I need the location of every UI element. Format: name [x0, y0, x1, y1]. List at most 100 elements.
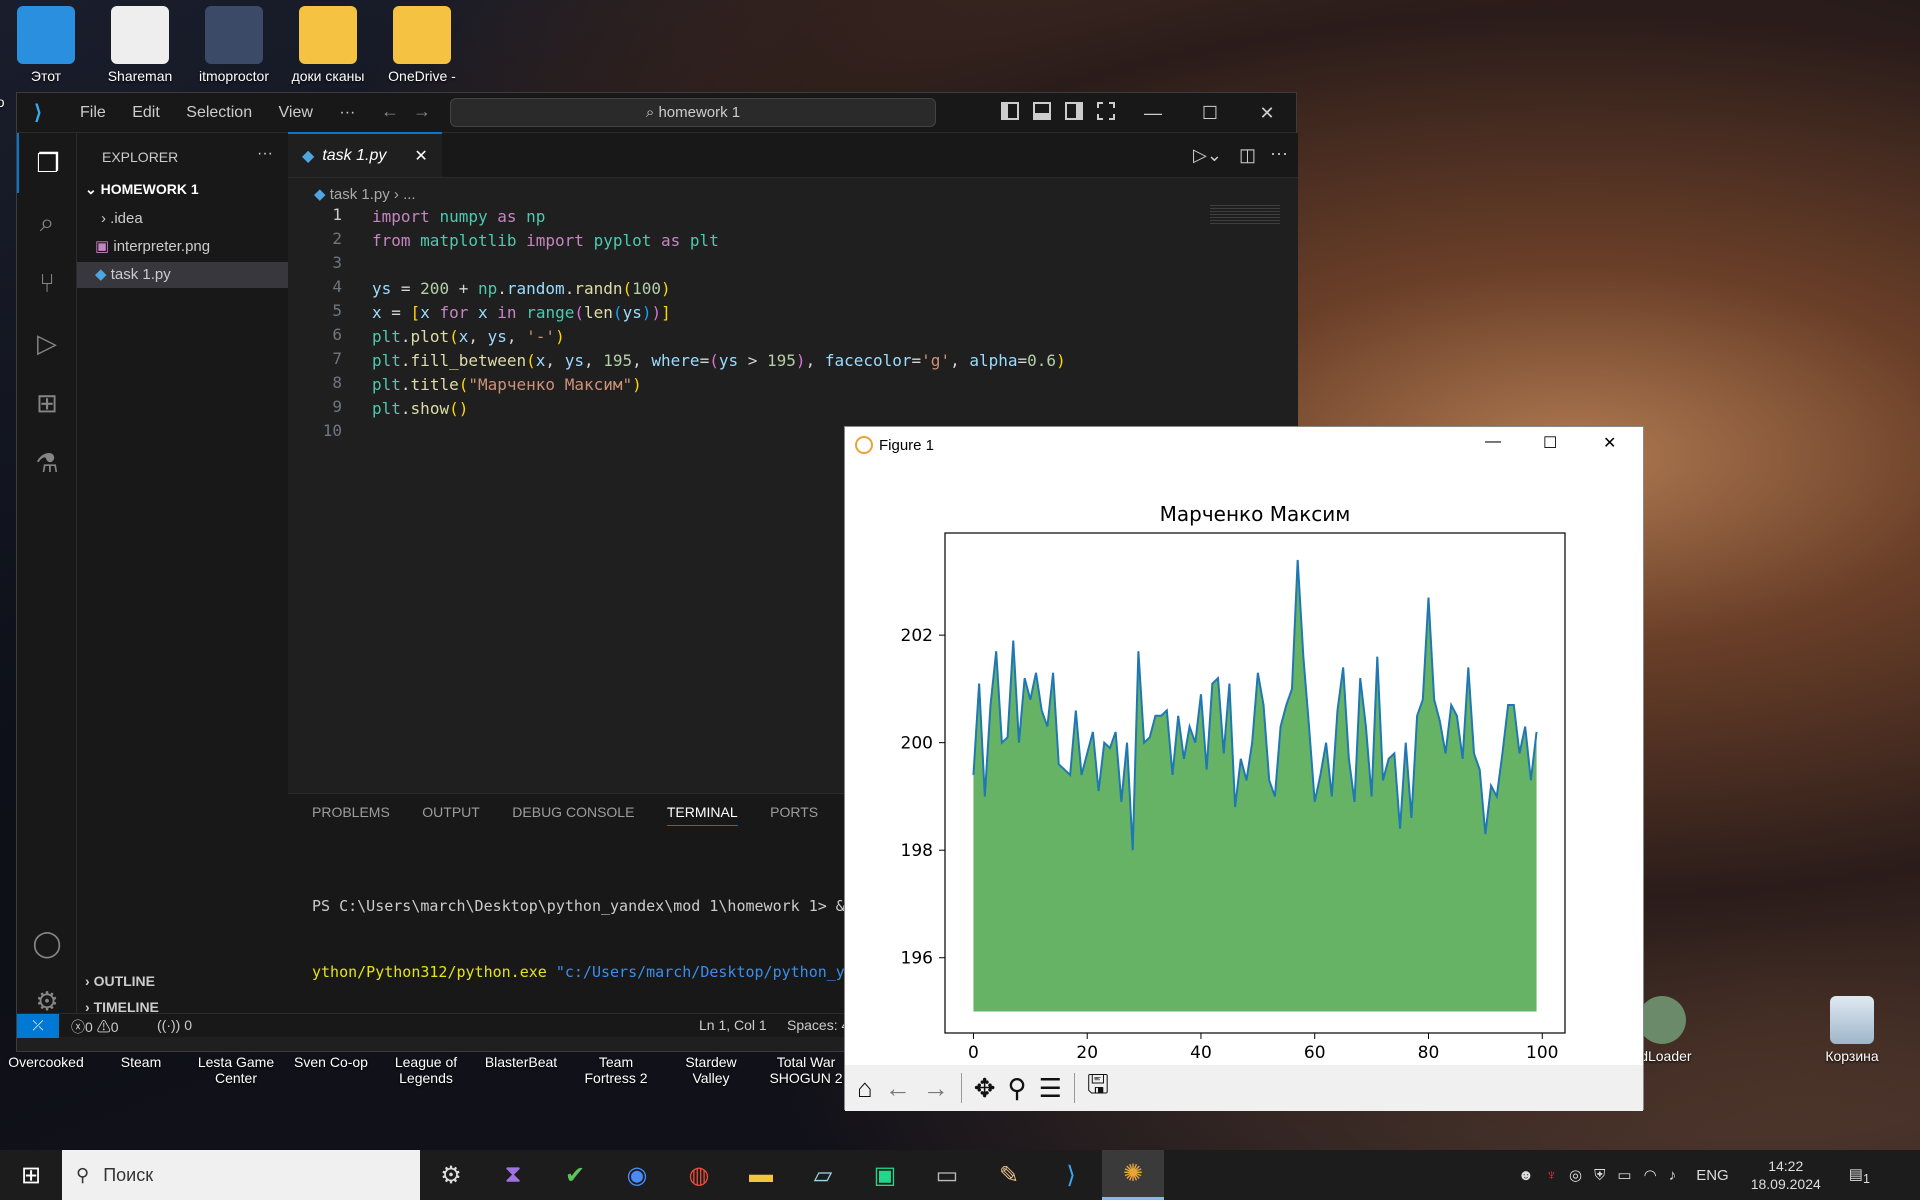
wifi-icon[interactable]: ◠	[1644, 1166, 1657, 1184]
line-number: 4	[332, 277, 342, 296]
workspace-folder[interactable]: ⌄ HOMEWORK 1	[85, 181, 199, 198]
pan-icon[interactable]: ✥	[974, 1073, 996, 1104]
toggle-panel-icon[interactable]	[1033, 102, 1051, 120]
desktop-icon-recycle-bin[interactable]: Корзина	[1808, 996, 1896, 1064]
forward-icon[interactable]: →	[923, 1073, 949, 1104]
figure-minimize-button[interactable]: —	[1485, 433, 1501, 451]
terminal-icon[interactable]: ▭	[916, 1150, 978, 1200]
zoom-icon[interactable]: ⚲	[1008, 1073, 1027, 1104]
figure-close-button[interactable]: ✕	[1603, 433, 1616, 453]
desktop-icon[interactable]: League of Legends	[382, 1054, 470, 1086]
tab-problems[interactable]: PROBLEMS	[312, 794, 390, 825]
breadcrumb-more[interactable]: ...	[403, 186, 416, 203]
discord-icon[interactable]: ☻	[1518, 1167, 1534, 1184]
explorer-icon[interactable]: ❐	[17, 133, 77, 193]
remote-button[interactable]: ⤫	[17, 1014, 59, 1038]
desktop-icon[interactable]: Total War SHOGUN 2	[762, 1054, 850, 1086]
figure-maximize-button[interactable]: ☐	[1543, 433, 1557, 453]
desktop-icon[interactable]: доки сканы	[284, 6, 372, 84]
desktop-icon[interactable]: Overcooked	[2, 1054, 90, 1070]
back-icon[interactable]: ←	[885, 1073, 911, 1104]
close-tab-icon[interactable]: ✕	[414, 146, 427, 166]
cursor-position[interactable]: Ln 1, Col 1	[699, 1017, 767, 1033]
ports-status[interactable]: ((·)) 0	[157, 1017, 192, 1033]
configure-icon[interactable]: ☰	[1039, 1073, 1062, 1104]
tab-task1[interactable]: ◆ task 1.py ✕	[288, 132, 442, 177]
desktop-icon[interactable]: Stardew Valley	[667, 1054, 755, 1086]
desktop-icon[interactable]: Этот	[2, 6, 90, 84]
menu-edit[interactable]: Edit	[132, 104, 160, 121]
command-center-search[interactable]: ⌕ homework 1	[450, 98, 936, 127]
home-icon[interactable]: ⌂	[857, 1073, 873, 1104]
desktop-icon[interactable]: Team Fortress 2	[572, 1054, 660, 1086]
volume-icon[interactable]: ♪	[1669, 1167, 1677, 1184]
notes-app-icon[interactable]: ▱	[792, 1150, 854, 1200]
explorer-more-icon[interactable]: ···	[257, 145, 273, 163]
search-view-icon[interactable]: ⌕	[17, 193, 77, 253]
security-icon[interactable]: ⛨	[1594, 1167, 1605, 1184]
desktop-icon[interactable]: itmoproctor	[190, 6, 278, 84]
desktop-icon[interactable]: Steam	[97, 1054, 185, 1070]
menu-selection[interactable]: Selection	[186, 104, 252, 121]
file-explorer-icon[interactable]: ▬	[730, 1150, 792, 1200]
breadcrumb-file[interactable]: task 1.py	[330, 186, 390, 203]
pycharm-icon[interactable]: ▣	[854, 1150, 916, 1200]
tab-ports[interactable]: PORTS	[770, 794, 818, 825]
matplotlib-taskbar-icon[interactable]: ✺	[1102, 1150, 1164, 1200]
indentation[interactable]: Spaces: 4	[787, 1017, 851, 1033]
minimize-button[interactable]: —	[1125, 93, 1181, 133]
vpn-icon[interactable]: ♆	[1546, 1167, 1557, 1184]
desktop-icon[interactable]: Sven Co-op	[287, 1054, 375, 1070]
desktop-icon[interactable]: OneDrive -	[378, 6, 466, 84]
steam-icon[interactable]: ◎	[1569, 1166, 1582, 1184]
accounts-icon[interactable]: ◯	[17, 913, 77, 973]
paint-icon[interactable]: ✎	[978, 1150, 1040, 1200]
vscode-taskbar-icon[interactable]: ⟩	[1040, 1150, 1102, 1200]
notifications-icon[interactable]: ▤1	[1849, 1165, 1870, 1186]
tree-item-idea[interactable]: › .idea	[101, 210, 143, 227]
chrome-profile-icon[interactable]: ◉	[606, 1150, 668, 1200]
maximize-button[interactable]: ☐	[1182, 93, 1238, 133]
terminal[interactable]: PS C:\Users\march\Desktop\python_yandex\…	[312, 851, 872, 1027]
menu-view[interactable]: View	[279, 104, 313, 121]
outline-section[interactable]: › OUTLINE	[85, 973, 155, 989]
toggle-sidebar-icon[interactable]	[1001, 102, 1019, 120]
close-button[interactable]: ✕	[1239, 93, 1295, 133]
menu-more[interactable]: ···	[339, 104, 355, 121]
code-editor[interactable]: 1 2 3 4 5 6 7 8 9 10 import numpy as np …	[288, 205, 1288, 440]
nav-forward-icon[interactable]: →	[413, 101, 431, 122]
toggle-secondary-sidebar-icon[interactable]	[1065, 102, 1083, 120]
extensions-icon[interactable]: ⊞	[17, 373, 77, 433]
taskbar-search[interactable]: ⚲ Поиск	[62, 1150, 420, 1200]
testing-icon[interactable]: ⚗	[17, 433, 77, 493]
desktop-icon[interactable]: BlasterBeat	[477, 1054, 565, 1070]
run-debug-icon[interactable]: ▷	[17, 313, 77, 373]
language-indicator[interactable]: ENG	[1696, 1167, 1729, 1184]
tree-item-interpreter[interactable]: ▣ interpreter.png	[95, 237, 210, 255]
battery-icon[interactable]: ▭	[1617, 1166, 1631, 1184]
start-windows-icon[interactable]: ⊞	[0, 1150, 62, 1200]
visual-studio-icon[interactable]: ⧗	[482, 1150, 544, 1200]
tasks-app-icon[interactable]: ✔	[544, 1150, 606, 1200]
save-icon[interactable]: 🖫	[1087, 1066, 1109, 1110]
split-editor-icon[interactable]: ◫	[1239, 145, 1256, 166]
settings-icon[interactable]: ⚙	[420, 1150, 482, 1200]
chrome-icon[interactable]: ◍	[668, 1150, 730, 1200]
desktop-icon[interactable]: Shareman	[96, 6, 184, 84]
desktop-icon[interactable]: Lesta Game Center	[192, 1054, 280, 1086]
minimap[interactable]	[1210, 205, 1280, 225]
x-tick-label: 100	[1526, 1043, 1558, 1063]
source-control-icon[interactable]: ⑂	[17, 253, 77, 313]
nav-back-icon[interactable]: ←	[381, 101, 399, 122]
tab-terminal[interactable]: TERMINAL	[666, 794, 738, 826]
tab-output[interactable]: OUTPUT	[422, 794, 480, 825]
tree-item-task1[interactable]: ◆ task 1.py	[77, 262, 288, 288]
problems-status[interactable]: ⓧ0 ⚠0	[71, 1017, 118, 1037]
tab-debug-console[interactable]: DEBUG CONSOLE	[512, 794, 634, 825]
editor-more-icon[interactable]: ···	[1270, 143, 1288, 164]
customize-layout-icon[interactable]	[1097, 102, 1115, 120]
clock[interactable]: 14:22 18.09.2024	[1751, 1157, 1821, 1193]
run-python-icon[interactable]: ▷⌄	[1193, 145, 1222, 166]
explorer-sidebar: EXPLORER ··· ⌄ HOMEWORK 1 › .idea ▣ inte…	[77, 133, 288, 1015]
menu-file[interactable]: File	[80, 104, 106, 121]
